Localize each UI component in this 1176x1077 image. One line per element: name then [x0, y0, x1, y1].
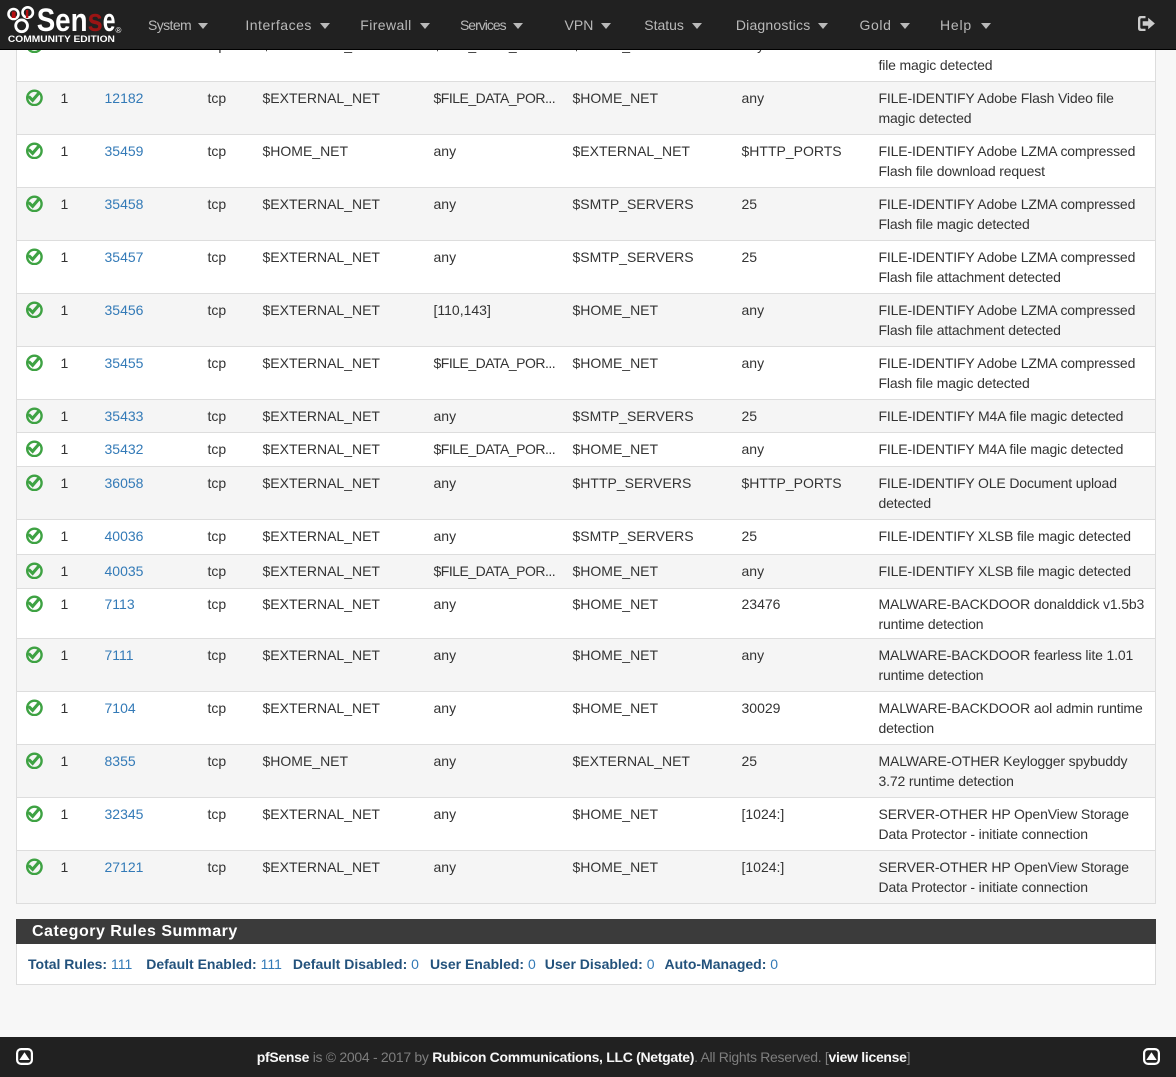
- svg-text:e: e: [103, 2, 116, 38]
- svg-text:s: s: [88, 2, 103, 38]
- svg-text:Sen: Sen: [37, 2, 88, 38]
- svg-text:COMMUNITY EDITION: COMMUNITY EDITION: [8, 34, 115, 44]
- svg-text:®: ®: [116, 26, 122, 35]
